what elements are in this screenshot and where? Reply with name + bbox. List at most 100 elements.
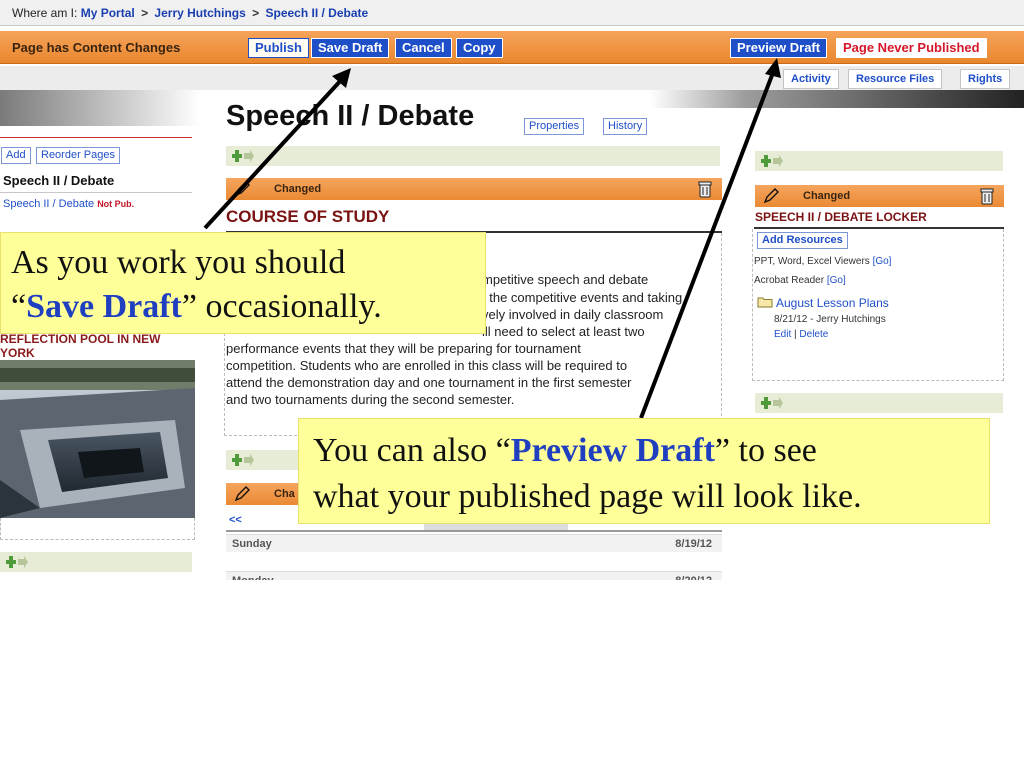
course-text-line: competition. Students who are enrolled i… [226, 358, 628, 373]
folder-icon [757, 297, 773, 308]
preview-callout-line2: what your published page will look like. [313, 478, 862, 515]
add-page-button[interactable]: Add [1, 147, 31, 164]
edit-pencil-icon[interactable] [763, 188, 779, 204]
content-block-header: Changed [226, 178, 722, 200]
tab-rights[interactable]: Rights [960, 69, 1011, 89]
calendar-previous-link[interactable]: << [229, 514, 242, 526]
breadcrumb-prefix: Where am I: [12, 6, 78, 20]
add-content-strip[interactable] [755, 151, 1003, 171]
locker-heading: SPEECH II / DEBATE LOCKER [755, 210, 927, 224]
course-text-line: ill need to select at least two [482, 324, 645, 339]
calendar-date: 8/20/12 [675, 572, 712, 580]
tab-activity[interactable]: Activity [783, 69, 839, 89]
calendar-row: Sunday 8/19/12 [226, 534, 722, 552]
breadcrumb-jerry-hutchings[interactable]: Jerry Hutchings [154, 6, 245, 20]
divider [0, 192, 192, 193]
reflection-pool-photo [0, 360, 195, 518]
preview-callout-lead: You can also “ [313, 432, 511, 469]
preview-draft-button[interactable]: Preview Draft [730, 38, 828, 58]
course-text-line: f the competitive events and taking [482, 290, 683, 305]
divider [0, 137, 192, 138]
breadcrumb-separator: > [252, 6, 260, 20]
viewers-go-link[interactable]: [Go] [873, 256, 892, 267]
add-content-icon[interactable] [761, 395, 783, 411]
save-callout-line2: “Save Draft” occasionally. [11, 287, 382, 327]
changed-label: Cha [274, 488, 295, 500]
delete-link[interactable]: Delete [799, 329, 828, 340]
calendar-day: Monday [232, 572, 274, 580]
preview-callout-line1: You can also “Preview Draft” to see [313, 431, 817, 471]
acrobat-line: Acrobat Reader [Go] [754, 275, 846, 286]
breadcrumb-my-portal[interactable]: My Portal [81, 6, 135, 20]
breadcrumb-current-page[interactable]: Speech II / Debate [265, 6, 368, 20]
viewers-line: PPT, Word, Excel Viewers [Go] [754, 256, 891, 267]
acrobat-text: Acrobat Reader [754, 275, 825, 286]
save-draft-emphasis: Save Draft [26, 288, 182, 325]
edit-pencil-icon[interactable] [234, 181, 250, 197]
left-section-title: Speech II / Debate [3, 173, 115, 188]
publish-button[interactable]: Publish [248, 38, 309, 58]
course-of-study-heading: COURSE OF STUDY [226, 207, 390, 226]
calendar-rule [226, 530, 722, 532]
open-quote: “ [11, 288, 27, 325]
breadcrumb: Where am I: My Portal > Jerry Hutchings … [0, 0, 1024, 26]
header-shadow-band [650, 90, 1024, 108]
add-content-strip[interactable] [755, 393, 1003, 413]
photo-title: REFLECTION POOL IN NEW YORK [0, 332, 195, 360]
not-published-label: Not Pub. [97, 199, 135, 209]
preview-draft-callout: You can also “Preview Draft” to see what… [298, 418, 990, 524]
acrobat-go-link[interactable]: [Go] [827, 275, 846, 286]
save-callout-tail: occasionally. [196, 288, 382, 325]
content-changes-status: Page has Content Changes [12, 40, 181, 55]
left-column-header-band [0, 90, 200, 126]
photo-title-line: YORK [0, 346, 35, 360]
cancel-button[interactable]: Cancel [395, 38, 452, 58]
edit-toolbar: Page has Content Changes Publish Save Dr… [0, 31, 1024, 64]
save-callout-line1: As you work you should [11, 244, 346, 281]
course-text-line: and two tournaments during the second se… [226, 392, 515, 407]
trash-icon[interactable] [698, 180, 712, 198]
photo-title-line: REFLECTION POOL IN NEW [0, 332, 161, 346]
tab-resource-files[interactable]: Resource Files [848, 69, 943, 89]
copy-button[interactable]: Copy [456, 38, 503, 58]
close-quote: ” [714, 432, 731, 469]
blank-slide-area [0, 580, 1024, 768]
properties-button[interactable]: Properties [524, 118, 585, 135]
add-content-icon[interactable] [232, 452, 254, 468]
edit-link[interactable]: Edit [774, 329, 791, 340]
changed-label: Changed [274, 183, 322, 195]
add-content-icon[interactable] [6, 554, 28, 570]
preview-callout-tail: to see [730, 432, 817, 469]
page-list-link[interactable]: Speech II / Debate [3, 198, 94, 210]
calendar-row: Monday 8/20/12 [226, 571, 722, 580]
add-content-strip[interactable] [226, 146, 720, 166]
add-content-icon[interactable] [761, 153, 783, 169]
save-draft-callout: As you work you should “Save Draft” occa… [0, 232, 486, 334]
reorder-pages-button[interactable]: Reorder Pages [36, 147, 120, 164]
add-content-strip[interactable] [0, 552, 192, 572]
edit-pencil-icon[interactable] [234, 486, 250, 502]
calendar-day: Sunday [232, 538, 272, 550]
left-section-border [0, 518, 195, 540]
add-content-icon[interactable] [232, 148, 254, 164]
save-draft-button[interactable]: Save Draft [311, 38, 390, 58]
history-button[interactable]: History [603, 118, 648, 135]
course-text-line: attend the demonstration day and one tou… [226, 375, 632, 390]
page-list-item[interactable]: Speech II / Debate Not Pub. [3, 198, 134, 210]
edit-delete-separator: | [794, 329, 797, 340]
close-quote: ” [181, 288, 197, 325]
viewers-text: PPT, Word, Excel Viewers [754, 256, 870, 267]
folder-actions: Edit | Delete [774, 329, 828, 340]
locker-block-header: Changed [755, 185, 1004, 207]
course-text-line: mpetitive speech and debate [482, 272, 649, 287]
preview-draft-emphasis: Preview Draft [510, 432, 715, 469]
folder-link[interactable]: August Lesson Plans [776, 296, 889, 310]
add-resources-button[interactable]: Add Resources [757, 232, 848, 249]
page-tabs: Activity Resource Files Rights [0, 66, 1024, 90]
breadcrumb-separator: > [141, 6, 149, 20]
calendar-date: 8/19/12 [675, 538, 712, 550]
changed-label: Changed [803, 190, 851, 202]
page-never-published-badge: Page Never Published [836, 38, 987, 58]
course-text-line: performance events that they will be pre… [226, 341, 581, 356]
trash-icon[interactable] [980, 187, 994, 205]
